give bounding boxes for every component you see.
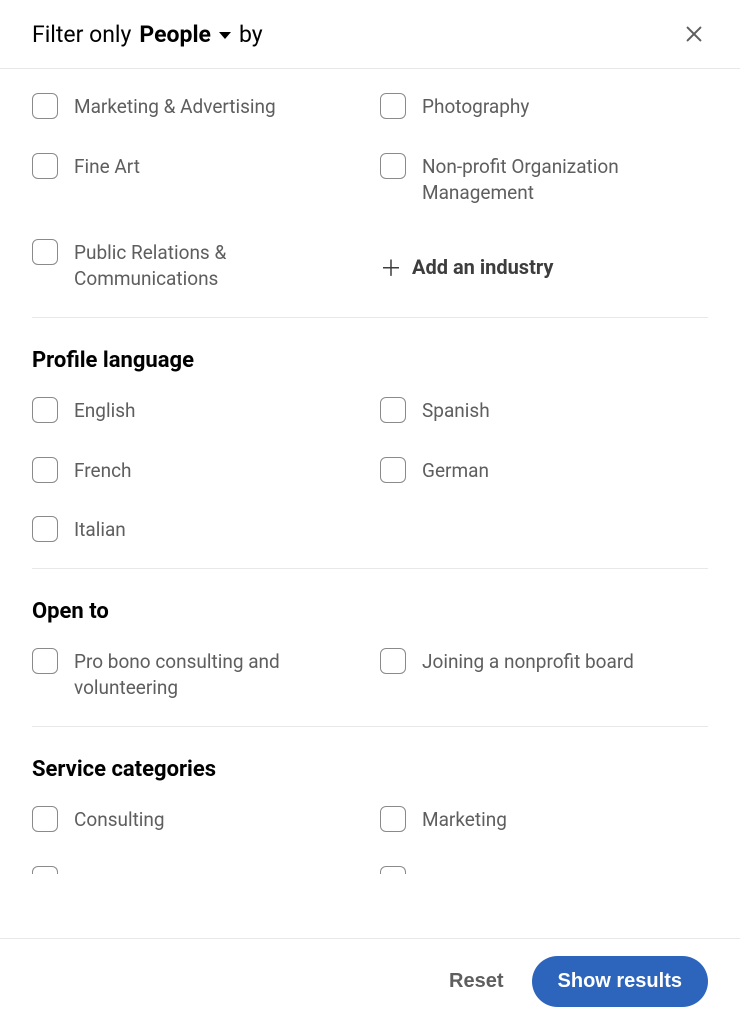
industry-option[interactable]: Fine Art xyxy=(32,153,360,207)
language-option[interactable]: Spanish xyxy=(380,397,708,425)
close-icon xyxy=(683,23,705,45)
caret-down-icon xyxy=(219,32,231,39)
language-option[interactable]: French xyxy=(32,457,360,485)
header-prefix: Filter only xyxy=(32,21,131,48)
header-suffix: by xyxy=(239,21,263,48)
option-label: Non-profit Organization Management xyxy=(422,153,708,207)
language-option[interactable]: German xyxy=(380,457,708,485)
option-label: Public Relations & Communications xyxy=(74,239,360,293)
checkbox-icon xyxy=(32,397,58,423)
section-title: Open to xyxy=(32,599,708,624)
add-industry-button[interactable]: ＋ Add an industry xyxy=(380,239,708,293)
checkbox-icon xyxy=(380,93,406,119)
option-label: English xyxy=(74,397,135,425)
open-to-option[interactable]: Pro bono consulting and volunteering xyxy=(32,648,360,702)
open-to-option[interactable]: Joining a nonprofit board xyxy=(380,648,708,702)
option-label: Consulting xyxy=(74,806,165,834)
language-options: English Spanish French German Italian xyxy=(32,397,708,544)
reset-button[interactable]: Reset xyxy=(449,970,503,993)
checkbox-icon xyxy=(32,648,58,674)
checkbox-icon xyxy=(32,516,58,542)
checkbox-icon xyxy=(380,806,406,832)
option-label: Fine Art xyxy=(74,153,140,181)
industry-option[interactable]: Non-profit Organization Management xyxy=(380,153,708,207)
checkbox-icon xyxy=(380,866,406,874)
checkbox-icon xyxy=(380,397,406,423)
option-label: German xyxy=(422,457,489,485)
checkbox-icon xyxy=(380,457,406,483)
checkbox-icon xyxy=(32,806,58,832)
open-to-options: Pro bono consulting and volunteering Joi… xyxy=(32,648,708,702)
checkbox-icon xyxy=(32,153,58,179)
filter-type-dropdown[interactable]: People xyxy=(139,21,231,48)
industry-option[interactable]: Public Relations & Communications xyxy=(32,239,360,293)
close-button[interactable] xyxy=(680,20,708,48)
filter-content: Marketing & Advertising Photography Fine… xyxy=(0,69,740,933)
service-options: Consulting Marketing xyxy=(32,806,708,874)
option-label: Spanish xyxy=(422,397,490,425)
option-label: French xyxy=(74,457,132,485)
filter-header: Filter only People by xyxy=(0,0,740,69)
industry-option[interactable]: Photography xyxy=(380,93,708,121)
option-label: Marketing xyxy=(422,806,507,834)
industry-option[interactable]: Marketing & Advertising xyxy=(32,93,360,121)
checkbox-icon xyxy=(32,239,58,265)
header-title: Filter only People by xyxy=(32,21,263,48)
service-option[interactable]: Marketing xyxy=(380,806,708,834)
checkbox-icon xyxy=(380,648,406,674)
dropdown-label: People xyxy=(139,21,211,48)
filter-footer: Reset Show results xyxy=(0,938,740,1024)
plus-icon: ＋ xyxy=(380,251,402,283)
option-label: Marketing & Advertising xyxy=(74,93,276,121)
service-option[interactable]: Consulting xyxy=(32,806,360,834)
add-label: Add an industry xyxy=(412,255,553,279)
service-categories-section: Service categories Consulting Marketing xyxy=(32,727,708,890)
option-label: Photography xyxy=(422,93,529,121)
industry-section: Marketing & Advertising Photography Fine… xyxy=(32,69,708,318)
checkbox-icon xyxy=(380,153,406,179)
option-label: Italian xyxy=(74,516,126,544)
section-title: Service categories xyxy=(32,757,708,782)
show-results-button[interactable]: Show results xyxy=(532,956,708,1007)
profile-language-section: Profile language English Spanish French … xyxy=(32,318,708,569)
industry-options: Marketing & Advertising Photography Fine… xyxy=(32,93,708,293)
section-title: Profile language xyxy=(32,348,708,373)
checkbox-icon xyxy=(32,866,58,874)
option-label: Joining a nonprofit board xyxy=(422,648,634,676)
checkbox-icon xyxy=(32,93,58,119)
service-option-partial[interactable] xyxy=(380,866,708,874)
open-to-section: Open to Pro bono consulting and voluntee… xyxy=(32,569,708,727)
option-label: Pro bono consulting and volunteering xyxy=(74,648,360,702)
service-option-partial[interactable] xyxy=(32,866,360,874)
language-option[interactable]: Italian xyxy=(32,516,360,544)
checkbox-icon xyxy=(32,457,58,483)
language-option[interactable]: English xyxy=(32,397,360,425)
